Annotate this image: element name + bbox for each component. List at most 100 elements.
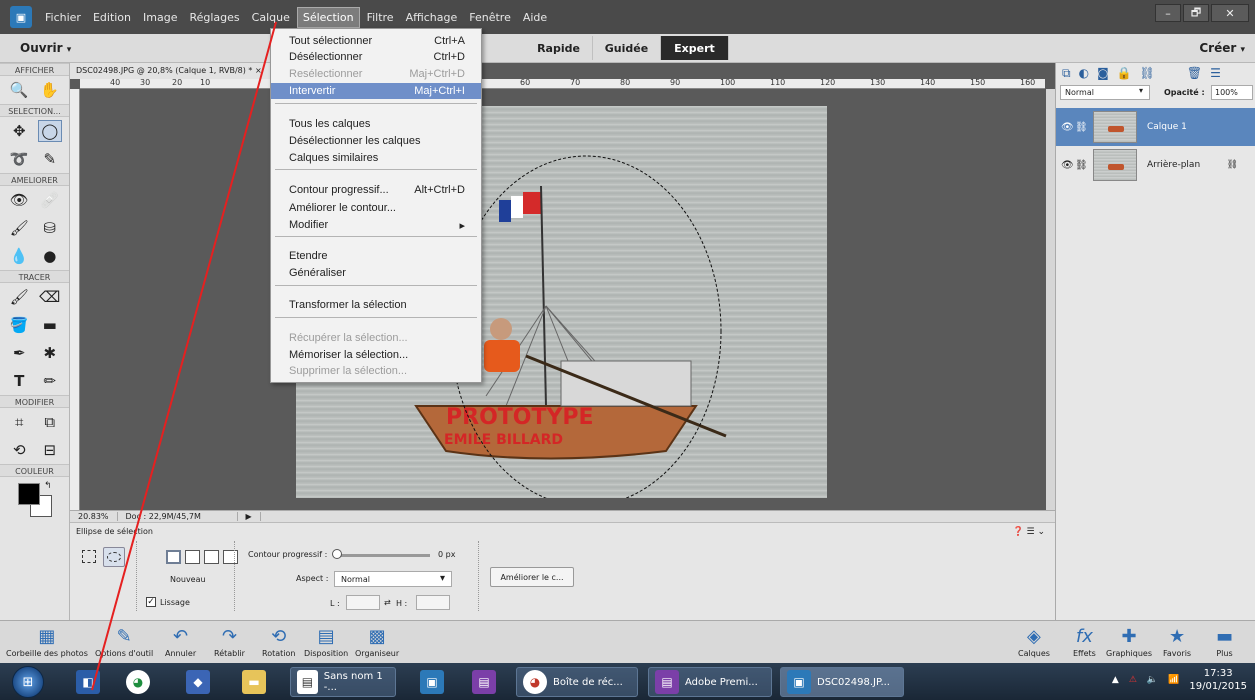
layer-lock-icon[interactable]: ⛓ bbox=[1227, 160, 1238, 170]
layer-calque-1[interactable]: 👁 ⛓ Calque 1 bbox=[1056, 108, 1255, 146]
selection-menu-item[interactable]: Intervertir Maj+Ctrl+I bbox=[271, 83, 481, 99]
swap-dimensions-icon[interactable]: ⇄ bbox=[384, 598, 391, 607]
selection-menu-item[interactable]: Calques similaires bbox=[271, 150, 481, 166]
taskbar-explorer[interactable]: ▬ bbox=[236, 667, 272, 697]
smoothing-checkbox[interactable]: ✓ bbox=[146, 597, 156, 607]
effects-button[interactable]: fx Effets bbox=[1073, 625, 1096, 658]
menu-affichage[interactable]: Affichage bbox=[401, 8, 463, 27]
graphics-button[interactable]: ✚ Graphiques bbox=[1106, 625, 1152, 658]
redo-button[interactable]: ↷ Rétablir bbox=[214, 625, 245, 658]
taskbar-pinned-3[interactable]: ◆ bbox=[180, 667, 216, 697]
recompose-tool-icon[interactable]: ⧉ bbox=[38, 411, 62, 433]
link-icon[interactable]: ⛓ bbox=[1075, 122, 1089, 133]
visibility-eye-icon[interactable]: 👁 bbox=[1061, 122, 1075, 133]
taskbar-adobe-premiere[interactable]: ▤ Adobe Premi... bbox=[648, 667, 772, 697]
trash-icon[interactable]: 🗑 bbox=[1187, 66, 1202, 80]
menu-image[interactable]: Image bbox=[138, 8, 182, 27]
start-button[interactable]: ⊞ bbox=[12, 666, 44, 698]
menu-fichier[interactable]: Fichier bbox=[40, 8, 86, 27]
volume-icon[interactable]: 🔈 bbox=[1147, 675, 1158, 685]
taskbar-chrome[interactable]: ◕ bbox=[120, 667, 156, 697]
taskbar-inbox[interactable]: ◕ Boîte de réc... bbox=[516, 667, 638, 697]
text-tool-icon[interactable]: T bbox=[7, 370, 31, 392]
close-button[interactable]: ✕ bbox=[1211, 4, 1249, 22]
panel-menu-icon[interactable]: ☰ bbox=[1210, 66, 1221, 80]
feather-slider-knob[interactable] bbox=[332, 549, 342, 559]
taskbar-dsc02498[interactable]: ▣ DSC02498.JP... bbox=[780, 667, 904, 697]
favorites-button[interactable]: ★ Favoris bbox=[1163, 625, 1191, 658]
menu-aide[interactable]: Aide bbox=[518, 8, 552, 27]
selection-menu-item[interactable]: Généraliser bbox=[271, 265, 481, 281]
selection-menu-item[interactable]: Modifier ▸ bbox=[271, 217, 481, 233]
content-aware-move-icon[interactable]: ⟲ bbox=[7, 439, 31, 461]
network-warning-icon[interactable]: ⚠ bbox=[1129, 675, 1137, 685]
new-selection-icon[interactable] bbox=[166, 550, 181, 564]
taskbar-pinned-1[interactable]: ◧ bbox=[70, 667, 106, 697]
mode-expert[interactable]: Expert bbox=[661, 36, 729, 60]
width-input[interactable] bbox=[346, 595, 380, 610]
menu-reglages[interactable]: Réglages bbox=[184, 8, 244, 27]
brush-tool-icon[interactable]: 🖌 bbox=[7, 286, 31, 308]
menu-calque[interactable]: Calque bbox=[247, 8, 295, 27]
open-button[interactable]: Ouvrir ▾ bbox=[20, 41, 71, 55]
red-eye-tool-icon[interactable]: 👁 bbox=[7, 189, 31, 211]
menu-fenetre[interactable]: Fenêtre bbox=[464, 8, 516, 27]
healing-brush-icon[interactable]: 🩹 bbox=[38, 189, 62, 211]
quick-selection-tool-icon[interactable]: ✎ bbox=[38, 148, 62, 170]
hand-tool-icon[interactable]: ✋ bbox=[38, 79, 62, 101]
eraser-tool-icon[interactable]: ⌫ bbox=[38, 286, 62, 308]
create-button[interactable]: Créer ▾ bbox=[1199, 41, 1245, 55]
selection-menu-item[interactable]: Etendre bbox=[271, 248, 481, 264]
elements-app-icon[interactable]: ▣ bbox=[10, 6, 32, 28]
more-button[interactable]: ▬ Plus bbox=[1216, 625, 1233, 658]
custom-shape-icon[interactable]: ✱ bbox=[38, 342, 62, 364]
photo-bin-button[interactable]: ▦ Corbeille des photos bbox=[6, 625, 88, 658]
ellipse-marquee-tool-icon[interactable]: ◯ bbox=[37, 120, 62, 142]
close-tab-icon[interactable]: × bbox=[255, 66, 262, 75]
move-tool-icon[interactable]: ✥ bbox=[7, 120, 31, 142]
menu-filtre[interactable]: Filtre bbox=[362, 8, 399, 27]
menu-edition[interactable]: Edition bbox=[88, 8, 136, 27]
eyedropper-icon[interactable]: ✒ bbox=[7, 342, 31, 364]
selection-menu-item[interactable]: Mémoriser la sélection... bbox=[271, 347, 481, 363]
gradient-tool-icon[interactable]: ▬ bbox=[38, 314, 62, 336]
layout-button[interactable]: ▤ Disposition bbox=[304, 625, 348, 658]
rect-marquee-option-icon[interactable] bbox=[82, 550, 96, 563]
rotate-button[interactable]: ⟲ Rotation bbox=[262, 625, 295, 658]
document-tab[interactable]: DSC02498.JPG @ 20,8% (Calque 1, RVB/8) *… bbox=[70, 63, 270, 79]
crop-tool-icon[interactable]: ⌗ bbox=[7, 411, 31, 433]
selection-menu-item[interactable]: Contour progressif... Alt+Ctrl+D bbox=[271, 182, 481, 198]
lock-icon[interactable]: 🔒 bbox=[1117, 66, 1132, 80]
taskbar-sans-nom[interactable]: ▤ Sans nom 1 -... bbox=[290, 667, 396, 697]
taskbar-premiere[interactable]: ▤ bbox=[466, 667, 502, 697]
sponge-tool-icon[interactable]: ● bbox=[38, 245, 62, 267]
clock[interactable]: 17:33 19/01/2015 bbox=[1189, 667, 1247, 693]
blur-tool-icon[interactable]: 💧 bbox=[7, 245, 31, 267]
paint-bucket-icon[interactable]: 🪣 bbox=[7, 314, 31, 336]
selection-menu-item[interactable]: Désélectionner les calques bbox=[271, 133, 481, 149]
restore-button[interactable]: 🗗 bbox=[1183, 4, 1209, 22]
mode-guidee[interactable]: Guidée bbox=[593, 36, 661, 60]
height-input[interactable] bbox=[416, 595, 450, 610]
layer-arriere-plan[interactable]: 👁 ⛓ Arrière-plan ⛓ bbox=[1056, 146, 1255, 184]
ellipse-marquee-option-icon[interactable] bbox=[103, 547, 125, 567]
aspect-select[interactable]: Normal bbox=[334, 571, 452, 587]
clone-stamp-icon[interactable]: ⛁ bbox=[38, 217, 62, 239]
tray-expand-icon[interactable]: ▲ bbox=[1112, 675, 1119, 685]
signal-icon[interactable]: 📶 bbox=[1168, 675, 1179, 685]
add-selection-icon[interactable] bbox=[185, 550, 200, 564]
organizer-button[interactable]: ▩ Organiseur bbox=[355, 625, 399, 658]
vertical-scrollbar[interactable] bbox=[1046, 89, 1055, 510]
visibility-eye-icon[interactable]: 👁 bbox=[1061, 160, 1075, 171]
pencil-tool-icon[interactable]: ✏ bbox=[38, 370, 62, 392]
refine-edge-button[interactable]: Améliorer le c... bbox=[490, 567, 574, 587]
minimize-button[interactable]: – bbox=[1155, 4, 1181, 22]
intersect-selection-icon[interactable] bbox=[223, 550, 238, 564]
opacity-input[interactable]: 100% bbox=[1211, 85, 1253, 100]
zoom-tool-icon[interactable]: 🔍 bbox=[7, 79, 31, 101]
layers-button[interactable]: ◈ Calques bbox=[1018, 625, 1050, 658]
help-icon[interactable]: ❓ ☰ ⌄ bbox=[1012, 527, 1045, 537]
lasso-tool-icon[interactable]: ➰ bbox=[7, 148, 31, 170]
undo-button[interactable]: ↶ Annuler bbox=[165, 625, 196, 658]
menu-selection[interactable]: Sélection bbox=[296, 6, 360, 28]
